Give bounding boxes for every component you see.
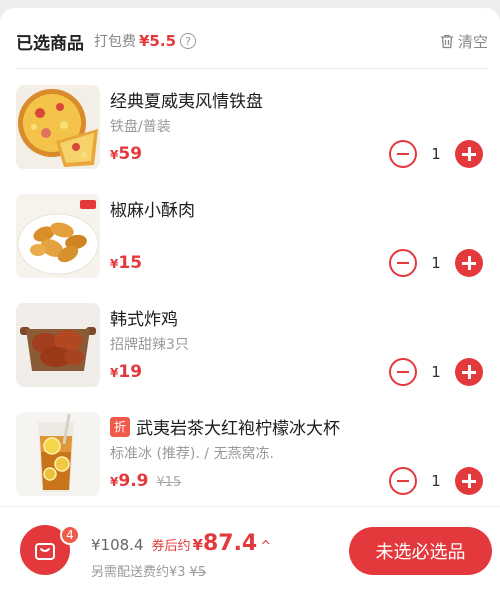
info-icon[interactable]: ? [180, 33, 197, 49]
cart-item: 折 武夷岩茶大红袍柠檬冰大杯 标准冰 (推荐). / 无燕窝冻. ¥9.9 ¥15… [0, 412, 500, 512]
minus-button[interactable] [389, 249, 417, 277]
plus-button[interactable] [455, 358, 483, 386]
item-original-price: ¥15 [156, 475, 182, 490]
final-total: ¥87.4 [192, 531, 258, 556]
item-price: ¥15 [110, 253, 143, 273]
quantity-stepper: 1 [389, 358, 484, 386]
cart-item: 经典夏威夷风情铁盘 铁盘/普装 ¥59 1 [0, 85, 500, 185]
pizza-image [16, 85, 100, 169]
cart-header: 已选商品 打包费 ¥5.5 ? 清空 [16, 28, 488, 54]
price-summary[interactable]: ¥108.4 券后约 ¥87.4 ^ [91, 531, 271, 556]
item-name: 折 武夷岩茶大红袍柠檬冰大杯 [110, 414, 340, 439]
clear-label: 清空 [457, 32, 488, 51]
original-total: ¥108.4 [91, 536, 144, 554]
packing-fee-value: ¥5.5 [139, 32, 177, 50]
submit-button[interactable]: 未选必选品 [349, 527, 492, 575]
item-name: 椒麻小酥肉 [110, 201, 195, 221]
item-price: ¥19 [110, 362, 143, 382]
item-name: 韩式炸鸡 [110, 310, 178, 330]
minus-button[interactable] [389, 140, 417, 168]
fried-chicken-image [16, 303, 100, 387]
minus-button[interactable] [389, 358, 417, 386]
shopping-bag-icon [35, 543, 55, 560]
quantity-stepper: 1 [389, 467, 484, 495]
cart-count-badge: 4 [60, 525, 80, 545]
quantity-stepper: 1 [389, 140, 484, 168]
minus-button[interactable] [389, 467, 417, 495]
cart-item: 韩式炸鸡 招牌甜辣3只 ¥19 1 [0, 303, 500, 403]
item-spec: 招牌甜辣3只 [110, 337, 189, 353]
header-divider [16, 68, 488, 69]
lemon-tea-image [16, 412, 100, 496]
cart-title: 已选商品 [16, 33, 84, 54]
item-name: 经典夏威夷风情铁盘 [110, 92, 263, 112]
packing-fee-label: 打包费 [94, 34, 136, 50]
item-spec: 标准冰 (推荐). / 无燕窝冻. [110, 446, 274, 462]
item-quantity: 1 [431, 472, 441, 490]
chevron-up-icon[interactable]: ^ [260, 539, 271, 554]
trash-icon [440, 34, 453, 48]
item-spec: 铁盘/普装 [110, 119, 171, 135]
item-price: ¥59 [110, 144, 143, 164]
checkout-bar: 4 ¥108.4 券后约 ¥87.4 ^ 另需配送费约¥3 ¥5 未选必选品 [0, 506, 500, 599]
plus-button[interactable] [455, 249, 483, 277]
item-quantity: 1 [431, 363, 441, 381]
item-quantity: 1 [431, 145, 441, 163]
item-price: ¥9.9 ¥15 [110, 471, 182, 491]
plus-button[interactable] [455, 467, 483, 495]
quantity-stepper: 1 [389, 249, 484, 277]
clear-cart-button[interactable]: 清空 [440, 31, 488, 52]
delivery-fee-note: 另需配送费约¥3 ¥5 [91, 565, 207, 580]
after-coupon-label: 券后约 [151, 539, 191, 554]
cart-sheet: 已选商品 打包费 ¥5.5 ? 清空 经典夏威夷风情铁盘 铁盘/普装 ¥59 1… [0, 8, 500, 599]
plus-button[interactable] [455, 140, 483, 168]
crispy-pork-image [16, 194, 100, 278]
discount-tag: 折 [110, 416, 130, 437]
cart-item: 椒麻小酥肉 ¥15 1 [0, 194, 500, 294]
item-quantity: 1 [431, 254, 441, 272]
